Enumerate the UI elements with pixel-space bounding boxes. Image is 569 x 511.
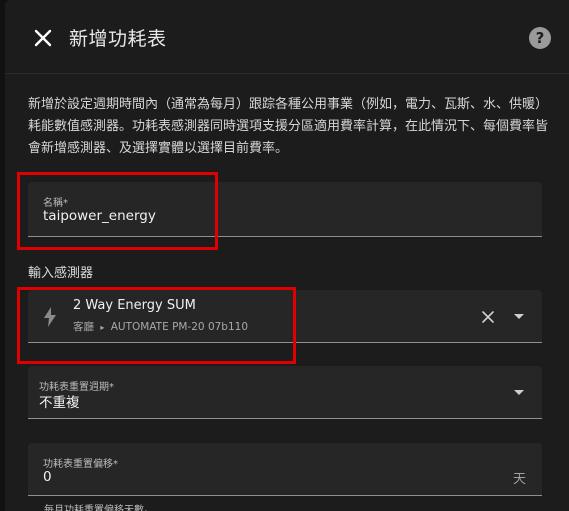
sensor-entity-name: 2 Way Energy SUM: [73, 298, 196, 313]
name-field-label: 名稱*: [43, 198, 68, 209]
chevron-down-icon[interactable]: [514, 390, 524, 395]
reset-offset-field[interactable]: 功耗表重置偏移* 0 天: [28, 443, 542, 496]
dialog-title: 新增功耗表: [69, 28, 167, 50]
name-field[interactable]: 名稱* taipower_energy: [28, 182, 542, 237]
help-icon[interactable]: ?: [529, 27, 551, 49]
input-sensor-picker[interactable]: 2 Way Energy SUM 客廳 ▸ AUTOMATE PM-20 07b…: [28, 290, 542, 343]
sensor-context: 客廳 ▸ AUTOMATE PM-20 07b110: [73, 319, 248, 334]
sensor-device: AUTOMATE PM-20 07b110: [110, 321, 249, 333]
reset-offset-unit: 天: [513, 472, 527, 487]
reset-cycle-value: 不重複: [39, 395, 80, 411]
sensor-area: 客廳: [73, 321, 94, 333]
reset-offset-label: 功耗表重置偏移*: [43, 459, 118, 470]
chevron-down-icon[interactable]: [514, 314, 524, 319]
reset-cycle-select[interactable]: 功耗表重置週期* 不重複: [28, 366, 542, 419]
dialog-description: 新增於設定週期時間內（通常為每月）跟踪各種公用事業（例如，電力、瓦斯、水、供暖）…: [28, 97, 549, 156]
close-icon[interactable]: [31, 26, 55, 50]
name-field-value[interactable]: taipower_energy: [43, 208, 156, 224]
lightning-bolt-icon: [43, 306, 57, 328]
next-field-label: 每月功耗重置偏移天數。: [44, 505, 154, 511]
clear-icon[interactable]: [481, 309, 495, 323]
dialog-header: 新增功耗表 ?: [5, 0, 569, 74]
create-utility-meter-dialog: 新增功耗表 ? 新增於設定週期時間內（通常為每月）跟踪各種公用事業（例如，電力、…: [5, 0, 569, 511]
separator-arrow-icon: ▸: [100, 323, 105, 332]
input-sensor-section-label: 輸入感測器: [28, 266, 94, 281]
reset-offset-value[interactable]: 0: [43, 469, 52, 485]
